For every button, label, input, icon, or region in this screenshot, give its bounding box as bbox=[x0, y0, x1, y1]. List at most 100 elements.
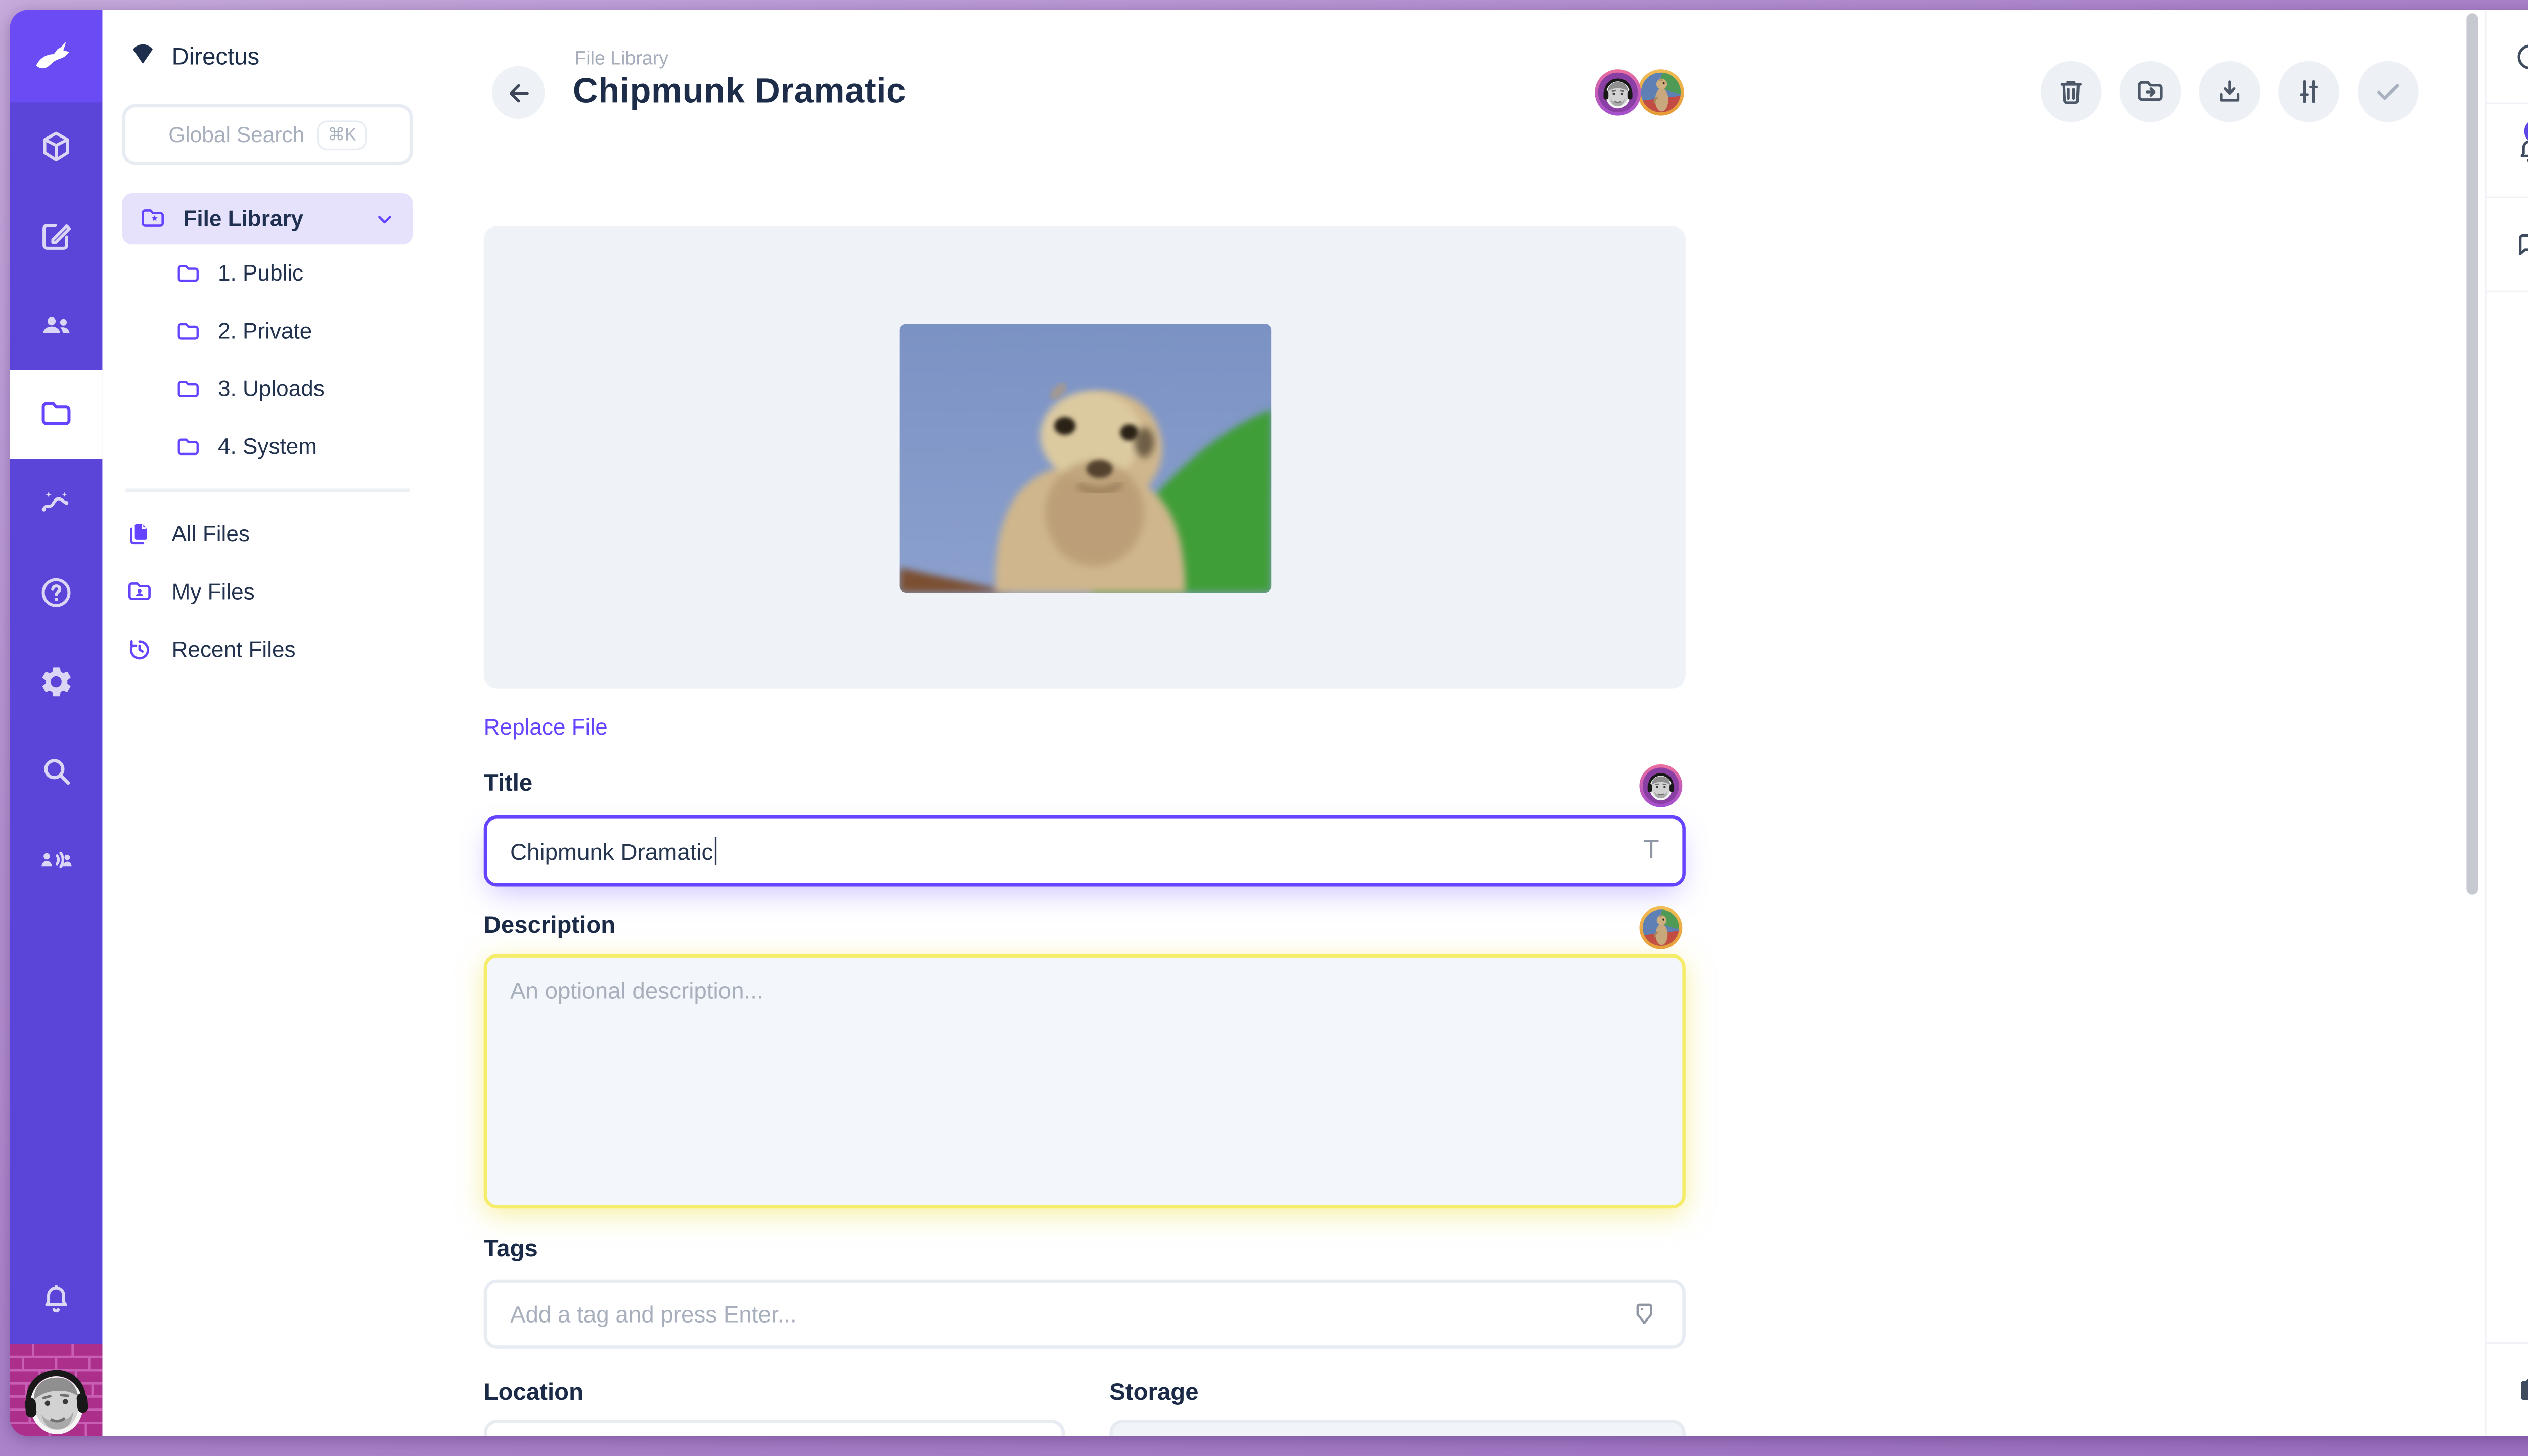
module-content[interactable] bbox=[10, 102, 103, 191]
tags-input[interactable]: Add a tag and press Enter... bbox=[484, 1280, 1686, 1349]
project-logo-icon bbox=[129, 43, 157, 71]
trash-icon bbox=[2055, 76, 2087, 107]
global-search-input[interactable]: Global Search ⌘K bbox=[122, 104, 413, 165]
tags-field-label: Tags bbox=[484, 1237, 538, 1263]
sidebar-divider bbox=[125, 489, 410, 491]
module-help[interactable] bbox=[10, 548, 103, 637]
sidebar-item-label: All Files bbox=[172, 521, 250, 545]
folder-icon bbox=[38, 396, 74, 433]
module-notifications[interactable] bbox=[10, 1255, 103, 1344]
sidebar-folder-uploads[interactable]: 3. Uploads bbox=[122, 360, 413, 418]
module-settings[interactable] bbox=[10, 637, 103, 726]
tag-icon bbox=[1630, 1299, 1659, 1329]
file-preview-panel[interactable] bbox=[484, 226, 1686, 688]
avatar-ring bbox=[1595, 69, 1641, 115]
sidebar-item-recent-files[interactable]: Recent Files bbox=[122, 620, 413, 677]
search-icon bbox=[38, 753, 74, 789]
global-search-placeholder: Global Search bbox=[168, 122, 304, 147]
interpreter-icon bbox=[38, 842, 74, 878]
sidebar-item-file-library[interactable]: File Library bbox=[122, 193, 413, 244]
folder-move-icon bbox=[2135, 76, 2166, 107]
storage-field-label: Storage bbox=[1109, 1380, 1198, 1406]
sidebar-item-label: My Files bbox=[172, 578, 255, 603]
title-input[interactable]: Chipmunk Dramatic T bbox=[484, 815, 1686, 886]
folder-star-icon bbox=[139, 205, 167, 233]
sidebar-folder-system[interactable]: 4. System bbox=[122, 418, 413, 475]
field-editor-avatar-ring bbox=[1639, 906, 1682, 949]
info-sidebar-button[interactable] bbox=[2487, 10, 2528, 104]
search-shortcut-badge: ⌘K bbox=[318, 120, 366, 150]
module-insights[interactable] bbox=[10, 459, 103, 548]
sidebar-item-all-files[interactable]: All Files bbox=[122, 505, 413, 562]
current-user-avatar[interactable] bbox=[10, 1344, 103, 1436]
sidebar-folder-public[interactable]: 1. Public bbox=[122, 244, 413, 302]
folder-label: 4. System bbox=[218, 434, 317, 459]
avatar-image bbox=[10, 1344, 103, 1436]
location-field-label: Location bbox=[484, 1380, 583, 1406]
revisions-sidebar-button[interactable] bbox=[2487, 1342, 2528, 1436]
user-avatar[interactable] bbox=[1643, 767, 1679, 804]
app-window: Directus Global Search ⌘K File Library 1… bbox=[0, 0, 2528, 1456]
files-stack-icon bbox=[125, 519, 154, 548]
tags-placeholder: Add a tag and press Enter... bbox=[510, 1301, 797, 1327]
comments-sidebar-button[interactable] bbox=[2487, 198, 2528, 292]
description-textarea[interactable]: An optional description... bbox=[484, 954, 1686, 1208]
sidebar-item-label: Recent Files bbox=[172, 636, 296, 661]
users-icon bbox=[38, 307, 74, 343]
move-to-folder-button[interactable] bbox=[2120, 61, 2181, 122]
avatar-ring bbox=[1638, 69, 1684, 115]
gear-icon bbox=[38, 664, 74, 700]
folder-label: 2. Private bbox=[218, 318, 312, 343]
back-button[interactable] bbox=[492, 66, 545, 119]
storage-input bbox=[1109, 1420, 1686, 1436]
download-button[interactable] bbox=[2199, 61, 2260, 122]
module-translations[interactable] bbox=[10, 815, 103, 904]
title-input-value: Chipmunk Dramatic bbox=[510, 838, 713, 864]
main-content: File Library Chipmunk Dramatic bbox=[433, 10, 2485, 1436]
right-sidebar: 1 bbox=[2485, 10, 2528, 1436]
chipmunk-image bbox=[899, 323, 1271, 592]
folder-icon bbox=[175, 433, 201, 460]
sidebar-item-my-files[interactable]: My Files bbox=[122, 562, 413, 620]
user-avatar[interactable] bbox=[1643, 909, 1679, 946]
title-field-label: Title bbox=[484, 771, 532, 797]
bell-icon bbox=[38, 1281, 74, 1317]
sidebar-folder-private[interactable]: 2. Private bbox=[122, 302, 413, 360]
insights-icon bbox=[38, 485, 74, 522]
folder-icon bbox=[175, 318, 201, 344]
folder-label: 1. Public bbox=[218, 261, 303, 286]
folder-user-icon bbox=[125, 577, 154, 605]
comment-icon bbox=[2513, 229, 2528, 260]
module-search[interactable] bbox=[10, 726, 103, 815]
location-input[interactable] bbox=[484, 1420, 1065, 1436]
project-switcher[interactable]: Directus bbox=[122, 43, 413, 71]
folder-label: 3. Uploads bbox=[218, 376, 325, 401]
history-icon bbox=[125, 635, 154, 663]
directus-logo[interactable] bbox=[10, 10, 103, 103]
module-bar bbox=[10, 10, 103, 1436]
info-icon bbox=[2513, 40, 2528, 72]
vertical-scrollbar[interactable] bbox=[2466, 13, 2478, 895]
chevron-down-icon[interactable] bbox=[373, 207, 396, 231]
user-avatar[interactable] bbox=[1598, 73, 1638, 112]
description-field-label: Description bbox=[484, 913, 615, 939]
folder-icon bbox=[175, 260, 201, 286]
module-editor[interactable] bbox=[10, 192, 103, 281]
user-avatar[interactable] bbox=[1641, 73, 1681, 112]
directus-rabbit-icon bbox=[31, 31, 81, 81]
module-user-directory[interactable] bbox=[10, 281, 103, 370]
check-icon bbox=[2372, 76, 2404, 107]
arrow-left-icon bbox=[505, 78, 533, 107]
replace-file-link[interactable]: Replace File bbox=[484, 715, 608, 740]
breadcrumb[interactable]: File Library bbox=[574, 50, 668, 69]
project-name: Directus bbox=[172, 44, 260, 70]
notifications-sidebar-button[interactable]: 1 bbox=[2487, 104, 2528, 198]
delete-button[interactable] bbox=[2041, 61, 2102, 122]
module-file-library[interactable] bbox=[10, 370, 103, 459]
folder-icon bbox=[175, 376, 201, 402]
edit-icon bbox=[38, 218, 74, 254]
save-button[interactable] bbox=[2358, 61, 2419, 122]
title-formatting-icon: T bbox=[1643, 836, 1659, 866]
adjust-button[interactable] bbox=[2278, 61, 2339, 122]
description-placeholder: An optional description... bbox=[510, 977, 763, 1004]
